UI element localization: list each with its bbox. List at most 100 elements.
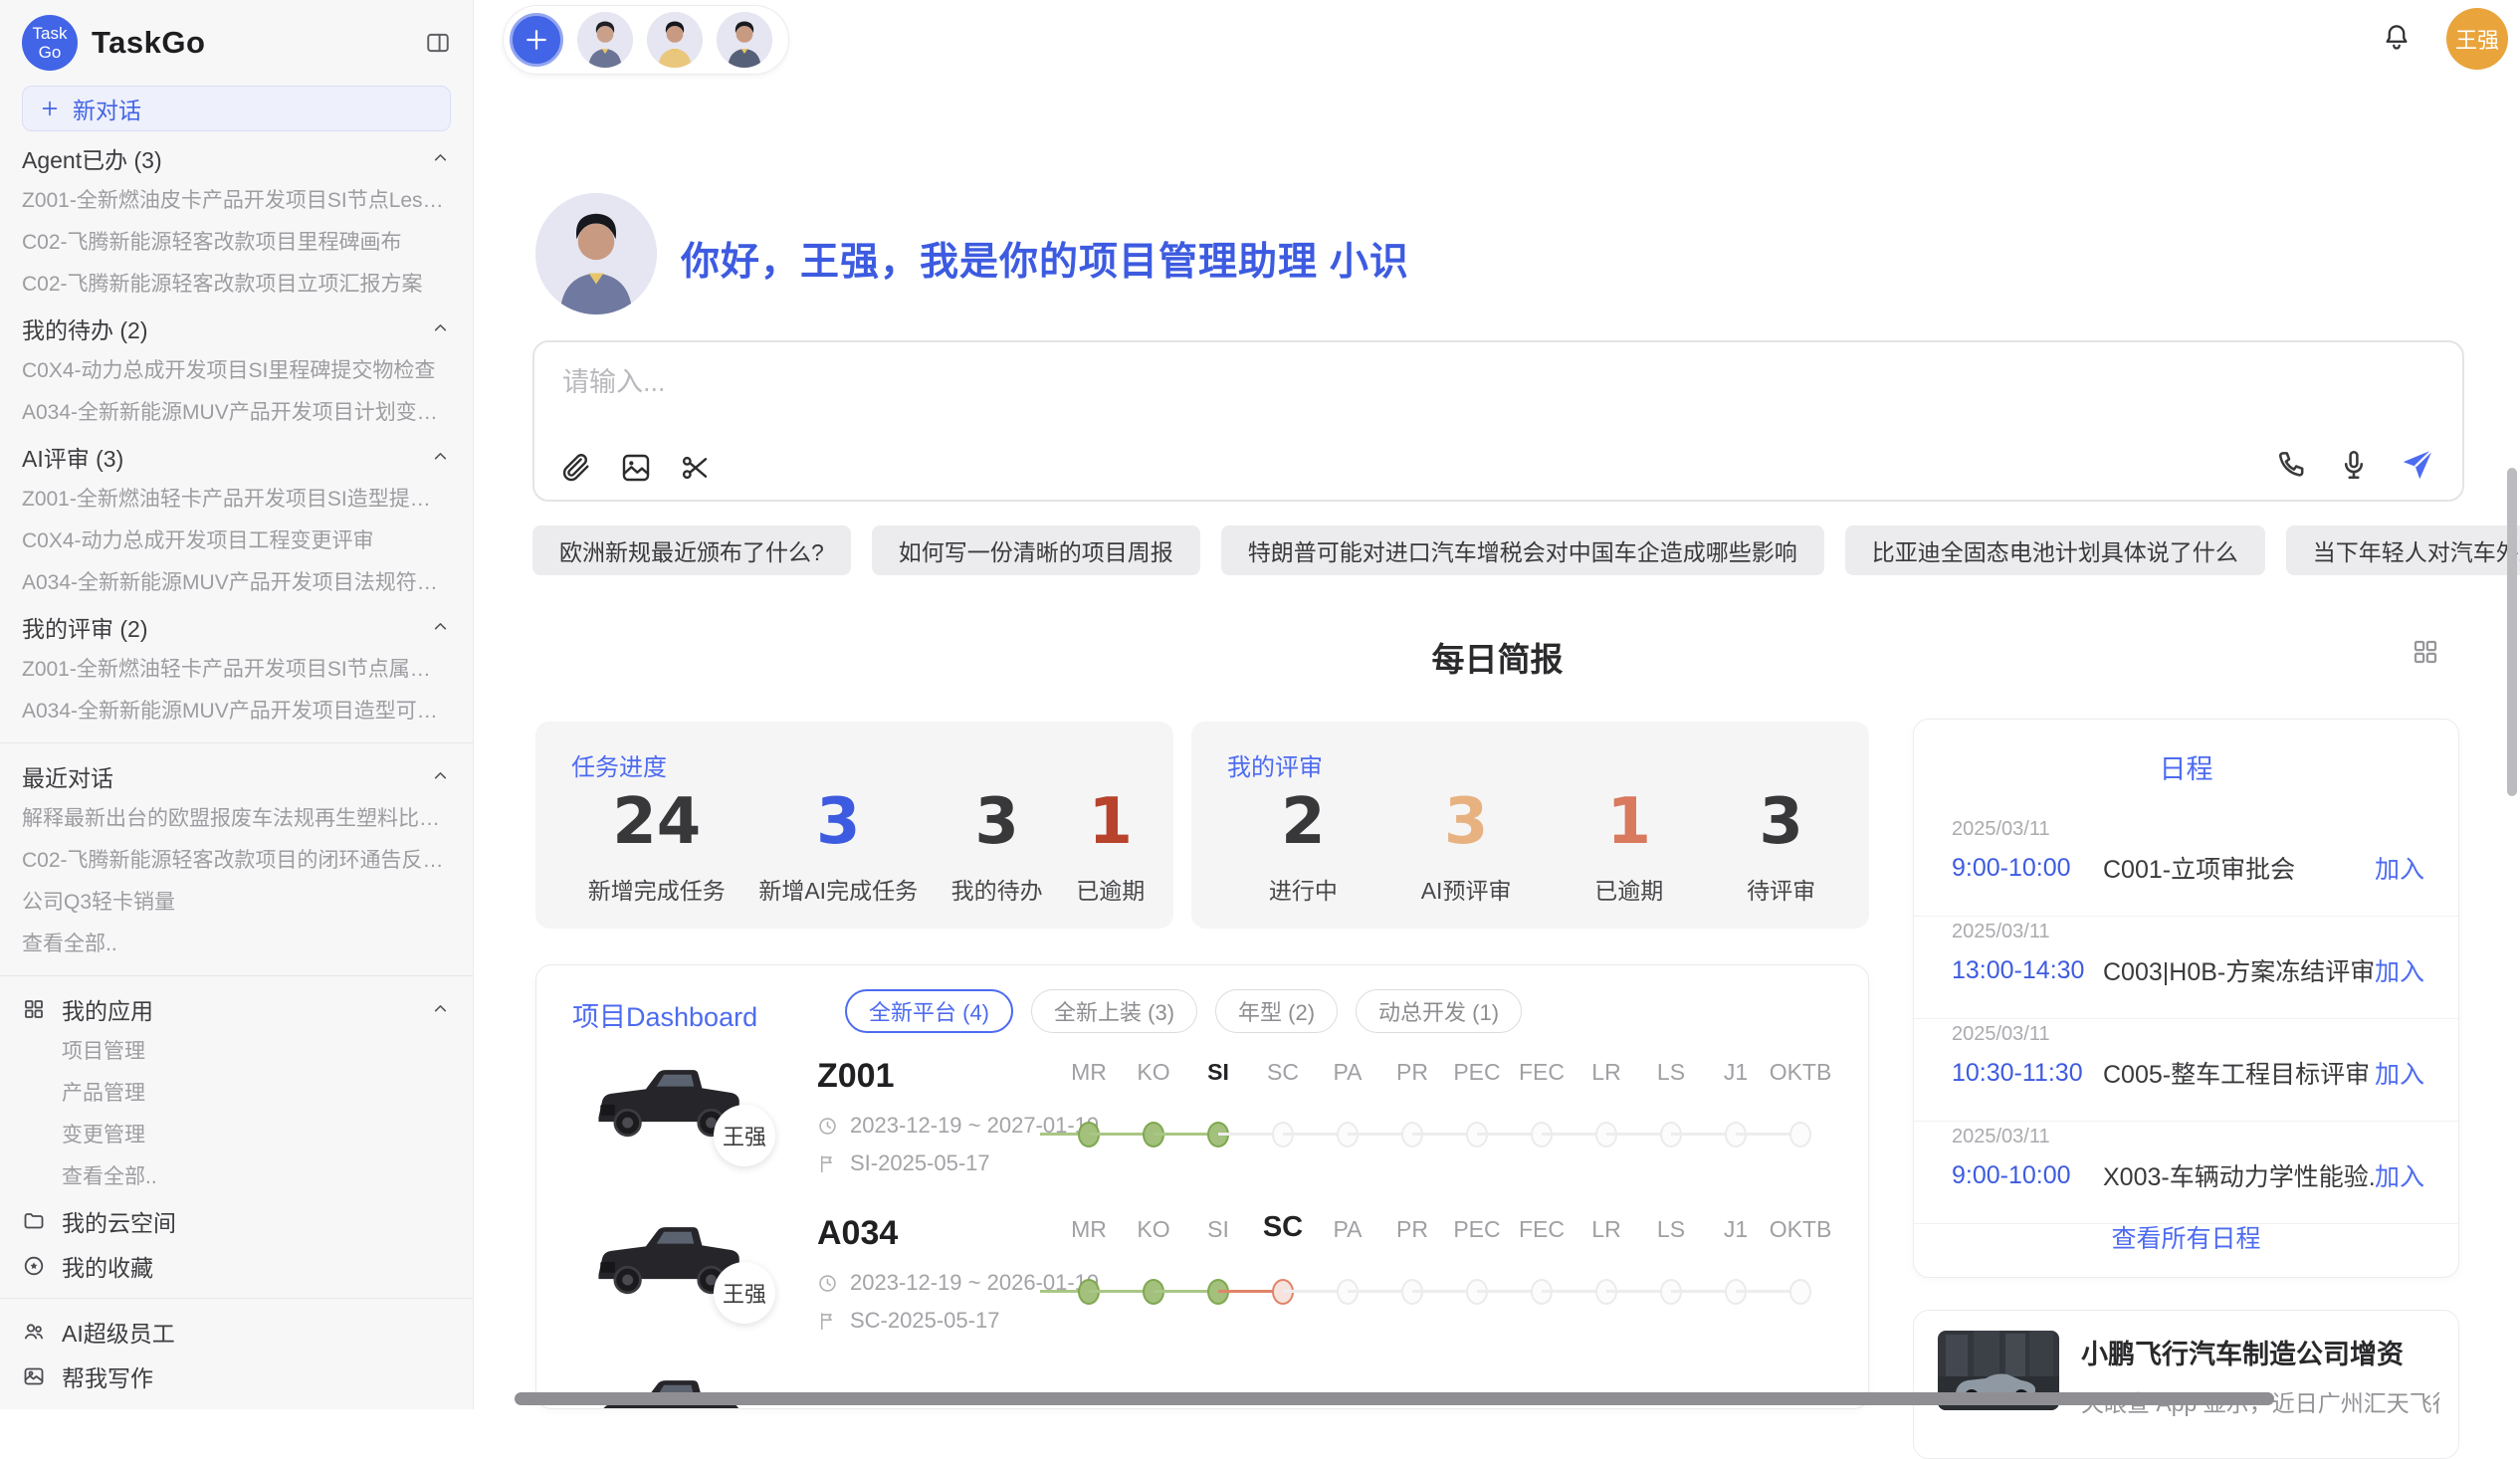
sidebar-app-item[interactable]: 变更管理 — [0, 1115, 473, 1156]
sidebar-collapse-icon[interactable] — [425, 30, 451, 56]
notification-bell-icon[interactable] — [2382, 22, 2412, 52]
attach-image-icon[interactable] — [620, 452, 652, 484]
logo-line1: Task — [33, 24, 68, 43]
schedule-item: 2025/03/1113:00-14:30C003|H0B-方案冻结评审加入 — [1914, 917, 2458, 1019]
dashboard-filter-chip[interactable]: 年型 (2) — [1215, 989, 1338, 1033]
section-header[interactable]: 最近对话 — [0, 753, 473, 798]
stat-value: 3 — [1747, 786, 1815, 860]
chat-input[interactable] — [560, 358, 1958, 406]
member-avatar[interactable] — [717, 12, 772, 68]
schedule-item: 2025/03/119:00-10:00X003-车辆动力学性能验...加入 — [1914, 1122, 2458, 1224]
layout-grid-icon[interactable] — [2411, 637, 2440, 667]
sidebar-app-item[interactable]: 查看全部.. — [0, 1156, 473, 1198]
apps-title: 我的应用 — [62, 992, 153, 1026]
join-link[interactable]: 加入 — [2375, 1157, 2424, 1193]
dashboard-filter-chip[interactable]: 全新上装 (3) — [1031, 989, 1197, 1033]
schedule-title-text: C005-整车工程目标评审 — [2103, 1055, 2375, 1091]
schedule-title-text: C003|H0B-方案冻结评审 — [2103, 952, 2375, 988]
project-milestone-date-row: SC-2025-05-17 — [817, 1308, 999, 1334]
sidebar-item[interactable]: C02-飞腾新能源轻客改款项目的闭环通告反馈情况 — [0, 840, 473, 882]
attach-file-icon[interactable] — [560, 452, 592, 484]
project-row-A034[interactable]: 王强A0342023-12-19 ~ 2026-01-19SC-2025-05-… — [536, 1208, 1868, 1359]
stat-label: 新增完成任务 — [588, 872, 726, 906]
section-header[interactable]: 我的评审 (2) — [0, 604, 473, 649]
stat-value: 3 — [1421, 786, 1512, 860]
section-header[interactable]: Agent已办 (3) — [0, 135, 473, 180]
app-logo: Task Go — [22, 15, 78, 71]
join-link[interactable]: 加入 — [2375, 952, 2424, 988]
sidebar-item[interactable]: 解释最新出台的欧盟报废车法规再生塑料比例被调至15%... — [0, 798, 473, 840]
sidebar-item[interactable]: C02-飞腾新能源轻客改款项目里程碑画布 — [0, 222, 473, 264]
join-link[interactable]: 加入 — [2375, 1055, 2424, 1091]
send-icon[interactable] — [2399, 446, 2436, 484]
sidebar-app-item[interactable]: 项目管理 — [0, 1031, 473, 1073]
sidebar-item[interactable]: Z001-全新燃油轻卡产品开发项目SI节点属性5D文件评审 — [0, 649, 473, 691]
section-header[interactable]: 我的待办 (2) — [0, 306, 473, 350]
user-avatar[interactable]: 王强 — [2446, 8, 2508, 70]
schedule-time: 13:00-14:30 — [1952, 956, 2103, 985]
sidebar-app-item[interactable]: 产品管理 — [0, 1073, 473, 1115]
new-chat-button[interactable]: 新对话 — [22, 86, 451, 131]
sidebar-item[interactable]: A034-全新新能源MUV产品开发项目计划变更表编写 — [0, 392, 473, 434]
sidebar-item[interactable]: Z001-全新燃油轻卡产品开发项目SI造型提交物评审 — [0, 479, 473, 521]
sidebar-item-my-apps[interactable]: 我的应用 — [0, 986, 473, 1031]
folder-icon — [22, 1209, 46, 1233]
stat-label: 已逾期 — [1594, 872, 1663, 906]
suggestion-chip[interactable]: 比亚迪全固态电池计划具体说了什么 — [1845, 525, 2265, 575]
logo-row: Task Go TaskGo — [0, 12, 473, 74]
stat-label: 进行中 — [1269, 872, 1338, 906]
composer — [532, 340, 2464, 502]
dashboard-filter-chip[interactable]: 全新平台 (4) — [845, 989, 1013, 1033]
section-title: Agent已办 (3) — [22, 141, 162, 175]
divider — [0, 1298, 473, 1299]
sidebar-tool-item[interactable]: 帮我写作 — [0, 1354, 473, 1398]
people-icon — [22, 1320, 46, 1344]
stat-card-title: 我的评审 — [1227, 747, 1857, 782]
photo-icon — [22, 1364, 46, 1388]
news-card[interactable]: 小鹏飞行汽车制造公司增资 天眼查 App 显示，近日广州汇天飞行汽... — [1913, 1310, 2459, 1459]
sidebar-item-favorites[interactable]: 我的收藏 — [0, 1243, 473, 1288]
sidebar-item[interactable]: 公司Q3轻卡销量 — [0, 882, 473, 924]
sidebar-item[interactable]: C0X4-动力总成开发项目工程变更评审 — [0, 521, 473, 562]
member-avatar[interactable] — [647, 12, 703, 68]
horizontal-scrollbar[interactable] — [515, 1392, 2274, 1405]
suggestion-chip[interactable]: 欧洲新规最近颁布了什么? — [532, 525, 851, 575]
suggestion-chip[interactable]: 如何写一份清晰的项目周报 — [872, 525, 1200, 575]
flag-icon — [817, 1311, 838, 1332]
plus-icon — [39, 98, 61, 119]
stat-card-my-reviews: 我的评审2进行中3AI预评审1已逾期3待评审 — [1191, 722, 1869, 929]
schedule-list: 2025/03/119:00-10:00C001-立项审批会加入2025/03/… — [1914, 814, 2458, 1224]
screenshot-scissors-icon[interactable] — [680, 452, 712, 484]
suggestion-chip[interactable]: 当下年轻人对汽车外观有怎样的喜好趋势 — [2286, 525, 2520, 575]
stat-value: 24 — [588, 786, 726, 860]
sidebar-item[interactable]: C0X4-动力总成开发项目SI里程碑提交物检查 — [0, 350, 473, 392]
voice-call-icon[interactable] — [2275, 448, 2309, 482]
sidebar-item[interactable]: A034-全新新能源MUV产品开发项目法规符合性评审 — [0, 562, 473, 604]
milestone-dot-OKTB — [1789, 1279, 1811, 1305]
project-owner-badge: 王强 — [714, 1105, 775, 1166]
add-member-button[interactable] — [510, 13, 563, 67]
chevron-up-icon — [430, 317, 451, 338]
sidebar-item[interactable]: 查看全部.. — [0, 924, 473, 965]
sidebar-item[interactable]: Z001-全新燃油皮卡产品开发项目SI节点Lesson Learn报告 — [0, 180, 473, 222]
join-link[interactable]: 加入 — [2375, 850, 2424, 886]
microphone-icon[interactable] — [2337, 448, 2371, 482]
sidebar-item[interactable]: C02-飞腾新能源轻客改款项目立项汇报方案 — [0, 264, 473, 306]
section-header[interactable]: AI评审 (3) — [0, 434, 473, 479]
suggestion-chip[interactable]: 特朗普可能对进口汽车增税会对中国车企造成哪些影响 — [1221, 525, 1824, 575]
dashboard-filter-chip[interactable]: 动总开发 (1) — [1356, 989, 1522, 1033]
daily-brief-title: 每日简报 — [475, 633, 2520, 681]
tool-label: 创意制图 — [62, 1404, 153, 1410]
member-avatar[interactable] — [577, 12, 633, 68]
sidebar-item[interactable]: A034-全新新能源MUV产品开发项目造型可行性评审 — [0, 691, 473, 732]
view-all-schedule-link[interactable]: 查看所有日程 — [1914, 1219, 2458, 1255]
schedule-time: 9:00-10:00 — [1952, 854, 2103, 883]
sidebar-tool-item[interactable]: AI超级员工 — [0, 1309, 473, 1354]
sidebar-item-cloud-space[interactable]: 我的云空间 — [0, 1198, 473, 1243]
project-row-Z001[interactable]: 王强Z0012023-12-19 ~ 2027-01-19SI-2025-05-… — [536, 1051, 1868, 1202]
stat-columns: 2进行中3AI预评审1已逾期3待评审 — [1227, 786, 1857, 906]
vertical-scrollbar[interactable] — [2507, 468, 2517, 796]
stat-label: 已逾期 — [1076, 872, 1145, 906]
sidebar-tool-item[interactable]: 创意制图 — [0, 1398, 473, 1409]
app-name: TaskGo — [92, 25, 205, 61]
